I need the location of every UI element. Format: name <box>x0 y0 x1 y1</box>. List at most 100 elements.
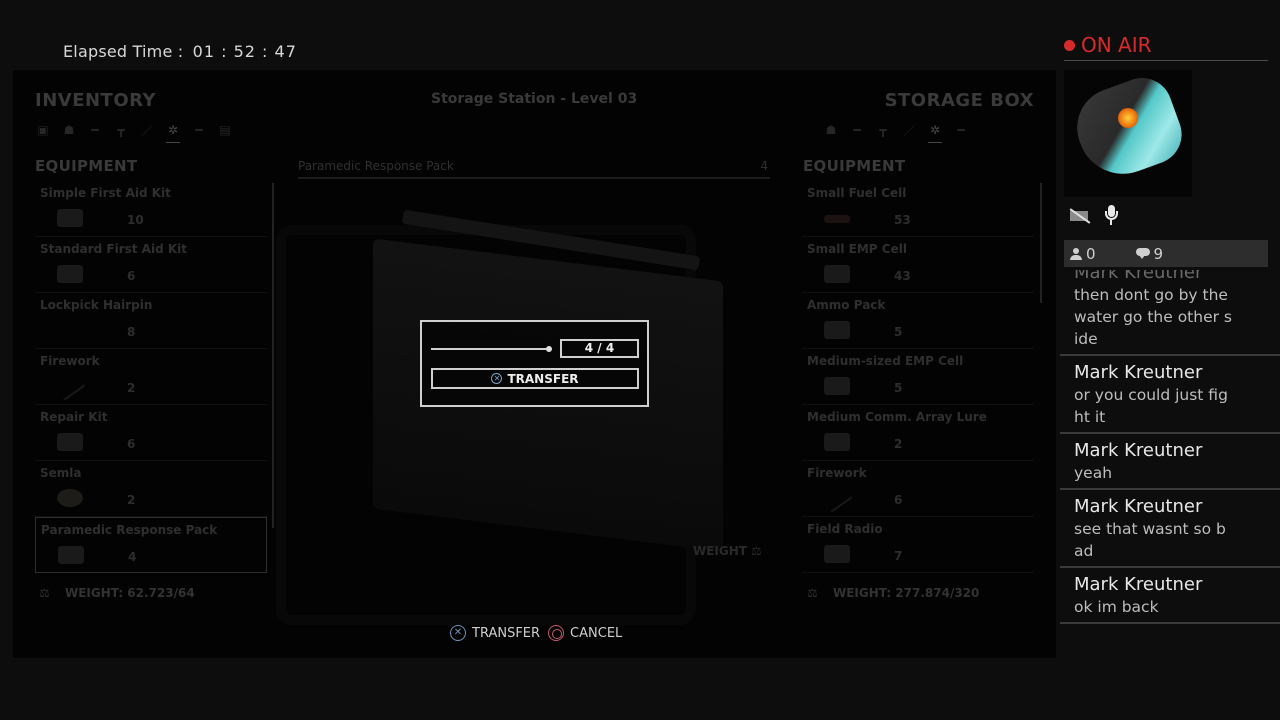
item-name: Firework <box>807 466 867 480</box>
inventory-item-selected[interactable]: Paramedic Response Pack 4 <box>35 517 267 573</box>
backpack-tab-icon[interactable]: ☗ <box>823 122 839 138</box>
station-title: Storage Station - Level 03 <box>431 91 638 107</box>
game-screen: INVENTORY ▣ ☗ ━ ┳ ／ ✲ ━ ▤ EQUIPMENT Simp… <box>13 70 1056 658</box>
item-name: Repair Kit <box>40 410 108 424</box>
item-name: Semla <box>40 466 82 480</box>
comment-count: 9 <box>1135 244 1164 263</box>
inventory-weight: ⚖ WEIGHT: 62.723/64 <box>39 586 195 600</box>
circle-button-icon <box>548 625 565 641</box>
item-qty: 2 <box>127 381 136 395</box>
item-thumbnail <box>57 489 83 507</box>
item-thumbnail <box>824 321 850 339</box>
detail-item-name: Paramedic Response Pack <box>298 159 454 173</box>
chat-feed: Mark Kreutner then dont go by the water … <box>1060 270 1280 690</box>
inventory-item[interactable]: Simple First Aid Kit 10 <box>35 181 267 237</box>
pistol-tab-icon[interactable]: ┳ <box>875 122 891 138</box>
item-thumbnail <box>57 433 83 451</box>
slider-knob[interactable] <box>546 346 552 352</box>
chat-author: Mark Kreutner <box>1074 270 1203 283</box>
item-name: Small EMP Cell <box>807 242 907 256</box>
item-qty: 6 <box>127 269 136 283</box>
storage-tabbar: ☗ ━ ┳ ／ ✲ ━ <box>823 122 969 143</box>
storage-item[interactable]: Ammo Pack 5 <box>802 293 1034 349</box>
divider <box>1064 60 1268 61</box>
chat-text: then dont go by the water go the other s… <box>1074 286 1232 348</box>
item-name: Lockpick Hairpin <box>40 298 153 312</box>
storage-item[interactable]: Small EMP Cell 43 <box>802 237 1034 293</box>
item-qty: 8 <box>127 325 136 339</box>
item-name: Field Radio <box>807 522 883 536</box>
document-tab-icon[interactable]: ▣ <box>35 122 51 138</box>
equipment-tab-icon[interactable]: ✲ <box>927 122 943 143</box>
detail-item-count: 4 <box>760 159 768 173</box>
comment-count-value: 9 <box>1153 244 1164 263</box>
on-air-label: ON AIR <box>1081 33 1152 57</box>
chat-author: Mark Kreutner <box>1074 496 1203 517</box>
inventory-item[interactable]: Standard First Aid Kit 6 <box>35 237 267 293</box>
ammo-tab-icon[interactable]: ▤ <box>217 122 233 138</box>
cancel-hint[interactable]: CANCEL <box>548 625 622 641</box>
storage-box-title: STORAGE BOX <box>884 90 1034 111</box>
inventory-item[interactable]: Semla 2 <box>35 461 267 517</box>
inventory-item[interactable]: Repair Kit 6 <box>35 405 267 461</box>
item-thumbnail <box>54 371 86 401</box>
inventory-item[interactable]: Lockpick Hairpin 8 <box>35 293 267 349</box>
transfer-dialog: 4 / 4 ✕ TRANSFER <box>420 320 649 407</box>
melee-tab-icon[interactable]: ／ <box>139 122 155 138</box>
item-thumbnail <box>824 545 850 563</box>
weight-icon: ⚖ <box>750 544 762 558</box>
backpack-tab-icon[interactable]: ☗ <box>61 122 77 138</box>
inventory-section-title: EQUIPMENT <box>35 157 138 175</box>
elapsed-time-value: 01 : 52 : 47 <box>192 42 297 61</box>
item-qty: 7 <box>894 549 903 563</box>
storage-section-title: EQUIPMENT <box>803 157 906 175</box>
pistol-tab-icon[interactable]: ┳ <box>113 122 129 138</box>
chat-message: Mark Kreutner ok im back <box>1060 568 1280 624</box>
item-thumbnail <box>824 433 850 451</box>
storage-scrollbar[interactable] <box>1040 183 1042 303</box>
quantity-display: 4 / 4 <box>560 339 639 358</box>
equipment-tab-icon[interactable]: ✲ <box>165 122 181 143</box>
storage-item[interactable]: Medium-sized EMP Cell 5 <box>802 349 1034 405</box>
chat-bubble-icon <box>1135 248 1150 259</box>
transfer-hint[interactable]: ✕ TRANSFER <box>450 625 540 641</box>
item-name: Medium Comm. Array Lure <box>807 410 987 424</box>
melee-tab-icon[interactable]: ／ <box>901 122 917 138</box>
storage-weight-value: WEIGHT: 277.874/320 <box>833 586 980 600</box>
item-thumbnail <box>824 215 850 223</box>
shotgun-tab-icon[interactable]: ━ <box>191 122 207 138</box>
chat-message: Mark Kreutner then dont go by the water … <box>1060 270 1280 356</box>
inventory-scrollbar[interactable] <box>272 183 274 528</box>
chat-text: yeah <box>1074 464 1113 482</box>
chat-text: or you could just fight it <box>1074 386 1228 426</box>
inventory-weight-value: WEIGHT: 62.723/64 <box>65 586 195 600</box>
item-qty: 6 <box>127 437 136 451</box>
elapsed-time: Elapsed Time : 01 : 52 : 47 <box>63 42 297 61</box>
item-thumbnail <box>824 377 850 395</box>
weight-icon: ⚖ <box>39 586 50 600</box>
item-thumbnail <box>57 209 83 227</box>
storage-item[interactable]: Medium Comm. Array Lure 2 <box>802 405 1034 461</box>
item-thumbnail <box>58 546 84 564</box>
storage-item[interactable]: Small Fuel Cell 53 <box>802 181 1034 237</box>
quantity-slider[interactable] <box>431 346 552 352</box>
shotgun-tab-icon[interactable]: ━ <box>953 122 969 138</box>
storage-item[interactable]: Firework 6 <box>802 461 1034 517</box>
chat-author: Mark Kreutner <box>1074 362 1203 383</box>
chat-message: Mark Kreutner or you could just fight it <box>1060 356 1280 434</box>
chat-author: Mark Kreutner <box>1074 574 1203 595</box>
inventory-title: INVENTORY <box>35 90 157 111</box>
inventory-list: Simple First Aid Kit 10 Standard First A… <box>35 181 267 573</box>
item-thumbnail <box>57 265 83 283</box>
detail-weight-label: WEIGHT <box>693 544 747 558</box>
item-name: Simple First Aid Kit <box>40 186 171 200</box>
chat-author: Mark Kreutner <box>1074 440 1203 461</box>
storage-item[interactable]: Field Radio 7 <box>802 517 1034 573</box>
rifle-tab-icon[interactable]: ━ <box>87 122 103 138</box>
inventory-item[interactable]: Firework 2 <box>35 349 267 405</box>
transfer-button[interactable]: ✕ TRANSFER <box>431 368 639 389</box>
item-name: Firework <box>40 354 100 368</box>
item-qty: 5 <box>894 325 903 339</box>
rifle-tab-icon[interactable]: ━ <box>849 122 865 138</box>
elapsed-time-label: Elapsed Time : <box>63 42 184 61</box>
